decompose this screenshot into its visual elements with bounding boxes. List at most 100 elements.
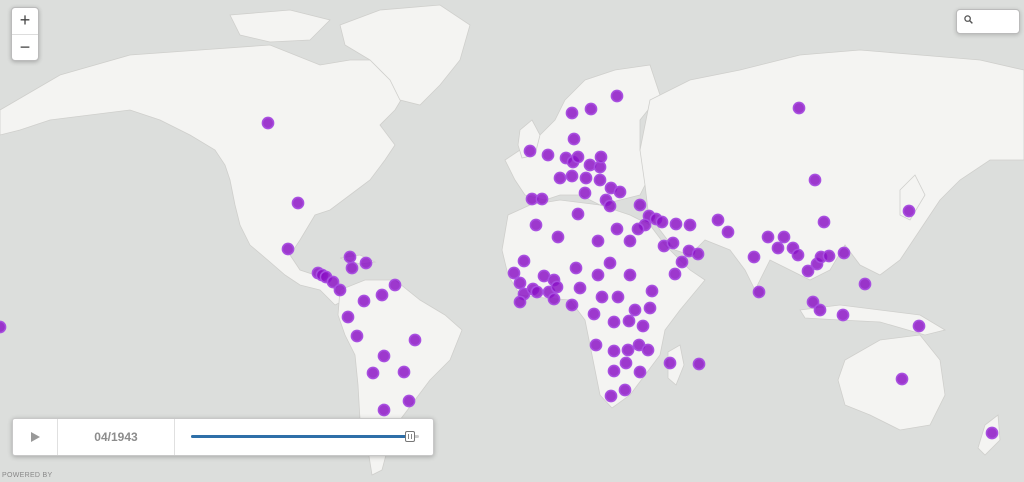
event-marker[interactable] (610, 222, 624, 236)
event-marker[interactable] (643, 301, 657, 315)
event-marker[interactable] (808, 173, 822, 187)
event-marker[interactable] (571, 207, 585, 221)
event-marker[interactable] (594, 150, 608, 164)
event-marker[interactable] (623, 234, 637, 248)
event-marker[interactable] (573, 281, 587, 295)
event-marker[interactable] (579, 171, 593, 185)
event-marker[interactable] (513, 276, 527, 290)
event-marker[interactable] (711, 213, 725, 227)
event-marker[interactable] (675, 255, 689, 269)
event-marker[interactable] (553, 171, 567, 185)
event-marker[interactable] (408, 333, 422, 347)
event-marker[interactable] (551, 230, 565, 244)
event-marker[interactable] (912, 319, 926, 333)
event-marker[interactable] (619, 356, 633, 370)
timeline-slider-handle[interactable] (404, 431, 415, 442)
event-marker[interactable] (747, 250, 761, 264)
event-marker[interactable] (397, 365, 411, 379)
event-marker[interactable] (666, 236, 680, 250)
event-marker[interactable] (985, 426, 999, 440)
zoom-in-button[interactable]: + (12, 8, 38, 34)
event-marker[interactable] (567, 132, 581, 146)
event-marker[interactable] (777, 230, 791, 244)
event-marker[interactable] (858, 277, 872, 291)
event-marker[interactable] (388, 278, 402, 292)
event-marker[interactable] (402, 394, 416, 408)
event-marker[interactable] (668, 267, 682, 281)
search-box[interactable] (956, 9, 1020, 34)
event-marker[interactable] (281, 242, 295, 256)
world-map[interactable] (0, 0, 1024, 482)
event-marker[interactable] (571, 150, 585, 164)
event-marker[interactable] (771, 241, 785, 255)
event-marker[interactable] (603, 256, 617, 270)
event-marker[interactable] (603, 199, 617, 213)
zoom-out-button[interactable]: − (12, 34, 38, 60)
event-marker[interactable] (813, 303, 827, 317)
event-marker[interactable] (584, 102, 598, 116)
event-marker[interactable] (791, 248, 805, 262)
event-marker[interactable] (636, 319, 650, 333)
event-marker[interactable] (836, 308, 850, 322)
event-marker[interactable] (375, 288, 389, 302)
event-marker[interactable] (507, 266, 521, 280)
event-marker[interactable] (613, 185, 627, 199)
event-marker[interactable] (607, 344, 621, 358)
event-marker[interactable] (669, 217, 683, 231)
event-marker[interactable] (902, 204, 916, 218)
event-marker[interactable] (565, 169, 579, 183)
timeline-slider-track[interactable] (191, 431, 419, 442)
event-marker[interactable] (359, 256, 373, 270)
event-marker[interactable] (357, 294, 371, 308)
event-marker[interactable] (645, 284, 659, 298)
event-marker[interactable] (655, 215, 669, 229)
event-marker[interactable] (523, 144, 537, 158)
event-marker[interactable] (641, 343, 655, 357)
search-input[interactable] (979, 12, 1019, 31)
event-marker[interactable] (622, 314, 636, 328)
event-marker[interactable] (591, 234, 605, 248)
event-marker[interactable] (761, 230, 775, 244)
event-marker[interactable] (628, 303, 642, 317)
event-marker[interactable] (591, 268, 605, 282)
event-marker[interactable] (517, 254, 531, 268)
event-marker[interactable] (610, 89, 624, 103)
event-marker[interactable] (565, 106, 579, 120)
event-marker[interactable] (547, 292, 561, 306)
event-marker[interactable] (377, 349, 391, 363)
event-marker[interactable] (513, 295, 527, 309)
event-marker[interactable] (578, 186, 592, 200)
event-marker[interactable] (631, 222, 645, 236)
event-marker[interactable] (752, 285, 766, 299)
event-marker[interactable] (366, 366, 380, 380)
event-marker[interactable] (333, 283, 347, 297)
event-marker[interactable] (683, 218, 697, 232)
event-marker[interactable] (377, 403, 391, 417)
event-marker[interactable] (343, 250, 357, 264)
play-button[interactable] (13, 419, 58, 455)
event-marker[interactable] (618, 383, 632, 397)
event-marker[interactable] (569, 261, 583, 275)
event-marker[interactable] (633, 198, 647, 212)
event-marker[interactable] (550, 280, 564, 294)
event-marker[interactable] (621, 343, 635, 357)
event-marker[interactable] (822, 249, 836, 263)
event-marker[interactable] (530, 285, 544, 299)
event-marker[interactable] (595, 290, 609, 304)
event-marker[interactable] (593, 173, 607, 187)
event-marker[interactable] (261, 116, 275, 130)
event-marker[interactable] (607, 315, 621, 329)
event-marker[interactable] (341, 310, 355, 324)
event-marker[interactable] (817, 215, 831, 229)
event-marker[interactable] (611, 290, 625, 304)
event-marker[interactable] (692, 357, 706, 371)
event-marker[interactable] (565, 298, 579, 312)
event-marker[interactable] (535, 192, 549, 206)
event-marker[interactable] (541, 148, 555, 162)
event-marker[interactable] (895, 372, 909, 386)
event-marker[interactable] (721, 225, 735, 239)
event-marker[interactable] (792, 101, 806, 115)
event-marker[interactable] (529, 218, 543, 232)
event-marker[interactable] (663, 356, 677, 370)
event-marker[interactable] (623, 268, 637, 282)
